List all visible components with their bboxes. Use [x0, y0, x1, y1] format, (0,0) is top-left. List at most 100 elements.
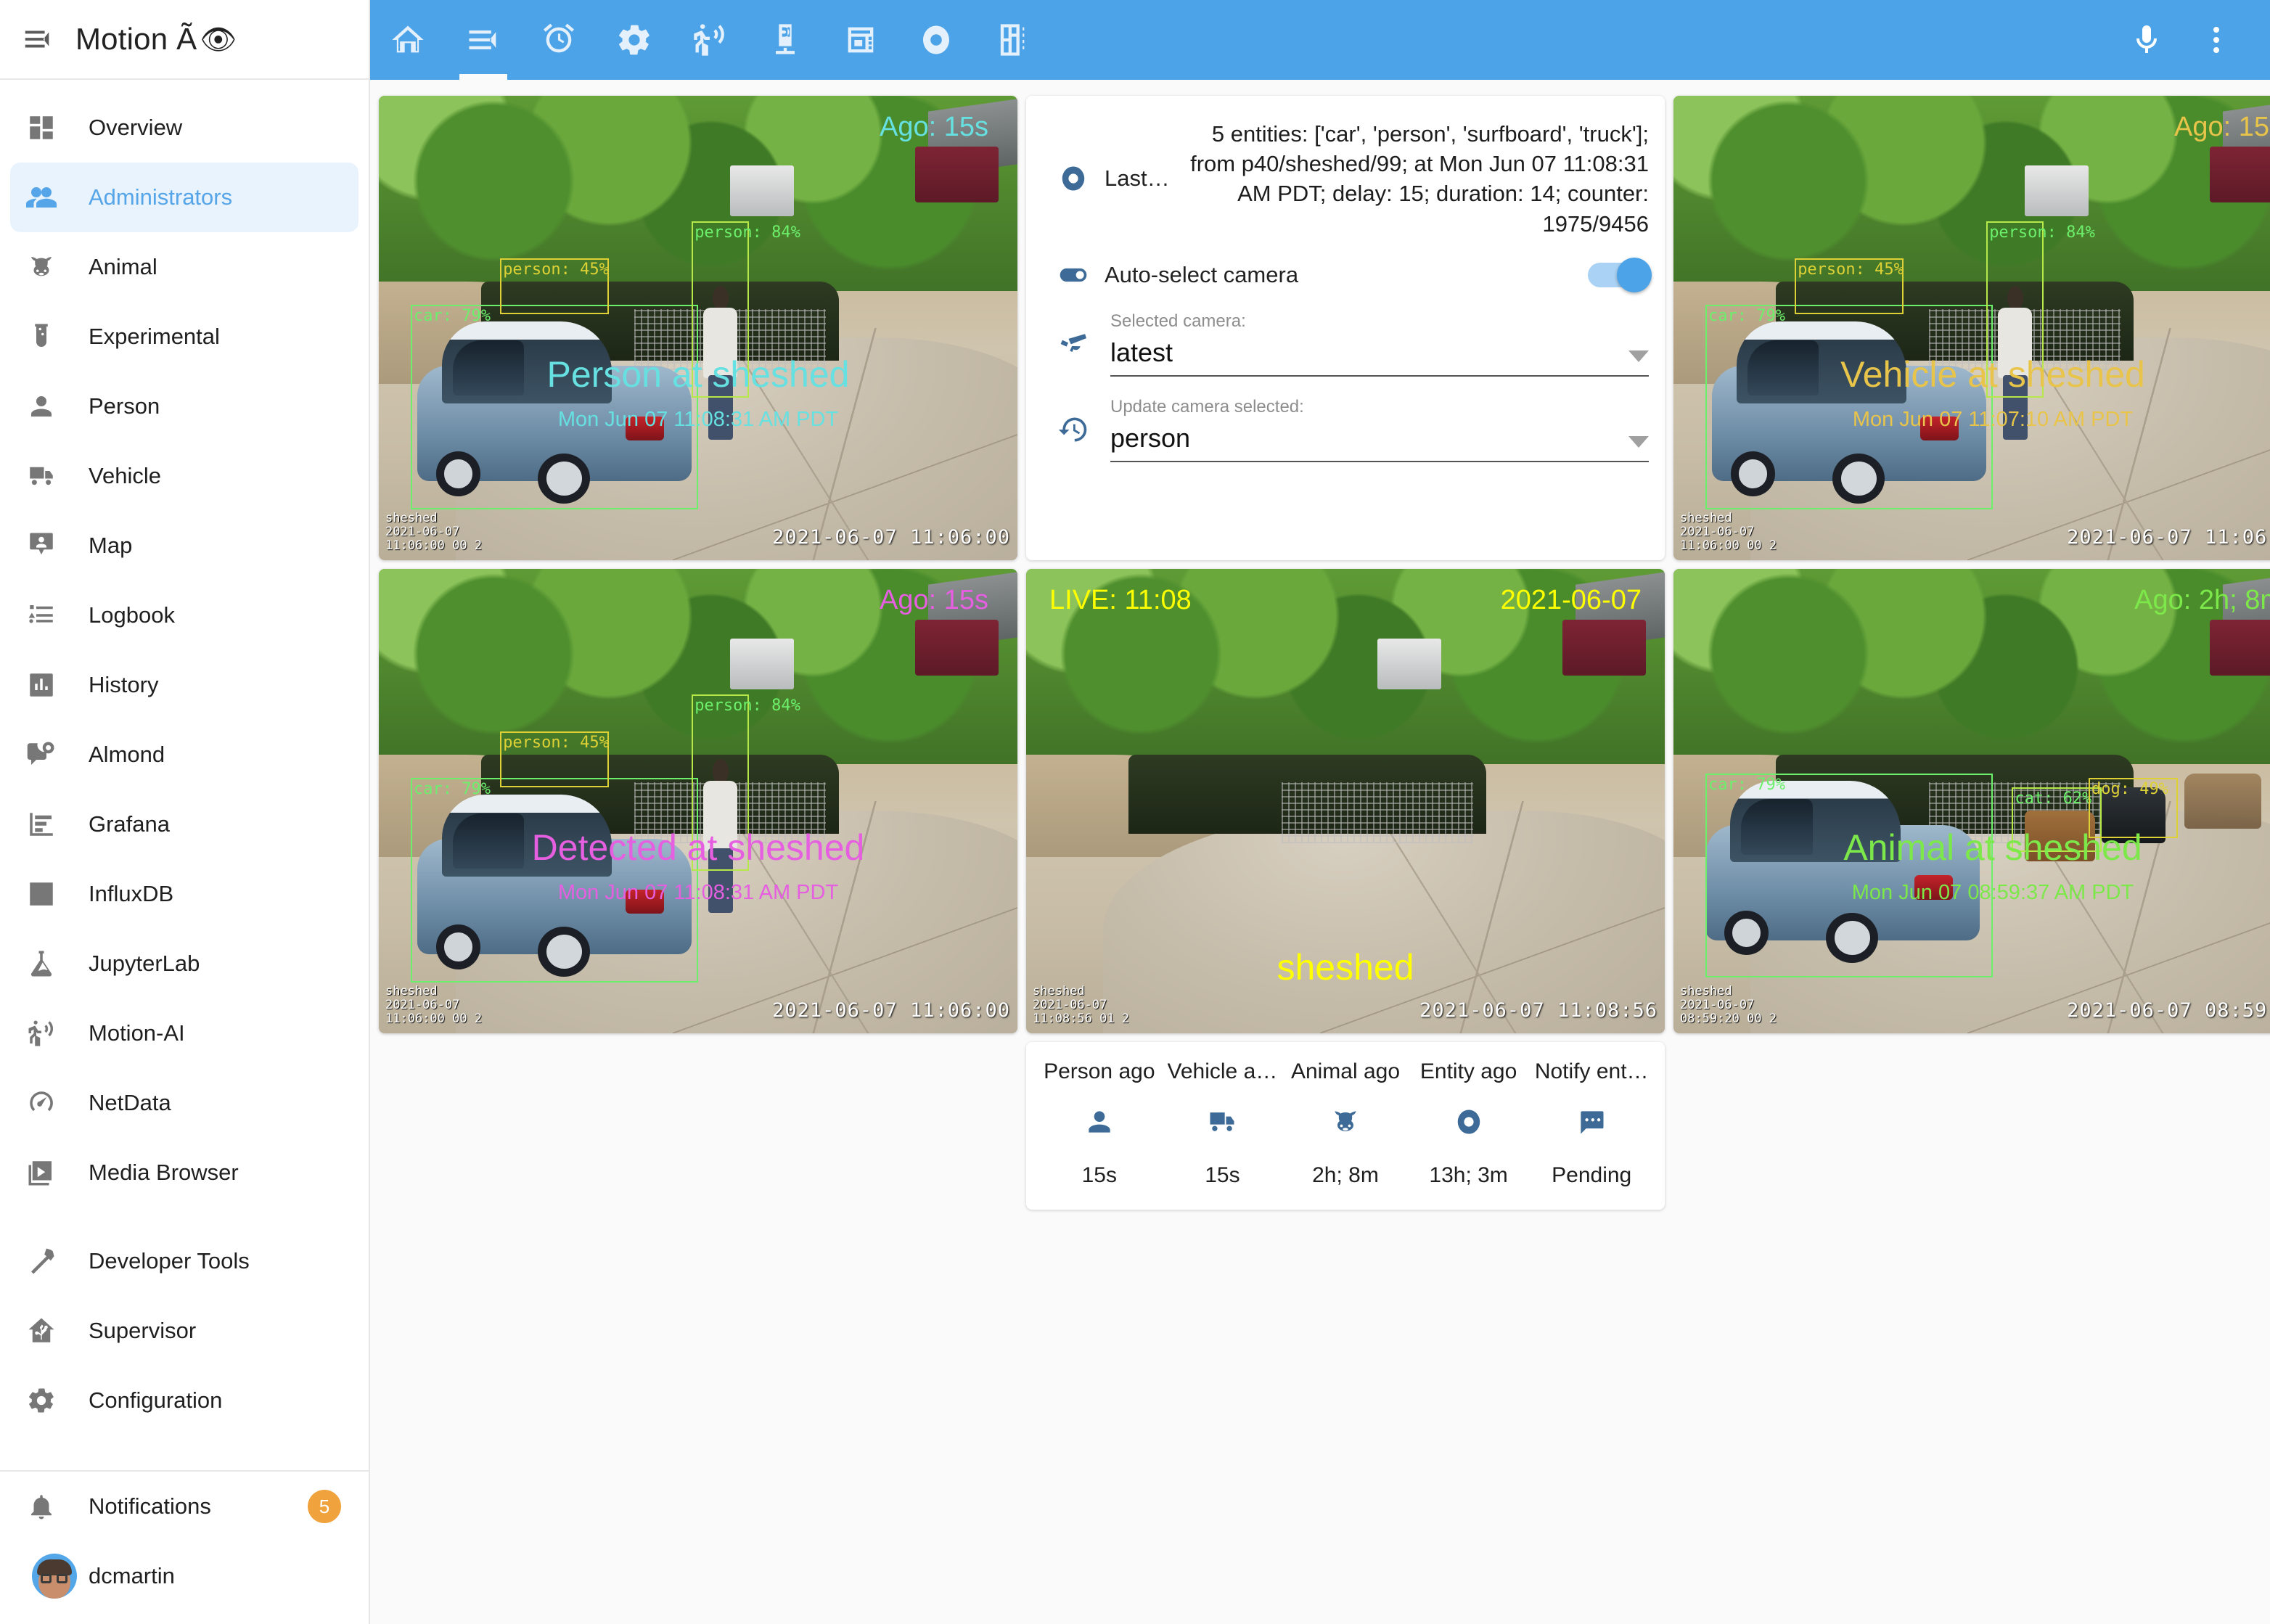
tab-chip-camera[interactable] [823, 0, 898, 80]
user-name-label: dcmartin [86, 1563, 175, 1589]
app-title: Motion Ã 👁 [75, 22, 237, 57]
camera-tile-live[interactable]: LIVE: 11:08 2021-06-07 sheshed sheshed 2… [1026, 569, 1665, 1033]
format-list-icon [26, 600, 86, 631]
content-area: car: 79% person: 45% person: 84% Ago: 15… [370, 80, 2270, 1624]
tab-home[interactable] [370, 0, 446, 80]
tab-entity[interactable] [898, 0, 974, 80]
update-camera-row[interactable]: Update camera selected: person [1042, 387, 1649, 472]
sidebar-item-almond[interactable]: Almond [10, 720, 358, 790]
tab-alarm[interactable] [521, 0, 597, 80]
bounding-box: dog: 49% [2089, 778, 2178, 838]
chevron-down-icon [1628, 350, 1649, 362]
bbox-label: person: 45% [1798, 261, 1904, 279]
bbox-label: cat: 62% [2015, 790, 2091, 808]
status-value: 13h; 3m [1429, 1163, 1507, 1188]
sidebar-item-notifications[interactable]: Notifications 5 [10, 1472, 358, 1541]
status-header: Person ago [1044, 1059, 1155, 1084]
camera-tile-detected[interactable]: car: 79% person: 45% person: 84% Ago: 15… [379, 569, 1017, 1033]
tab-motion-ai[interactable] [446, 0, 521, 80]
status-col-person[interactable]: Person ago 15s [1038, 1059, 1161, 1188]
status-col-animal[interactable]: Animal ago 2h; 8m [1284, 1059, 1407, 1188]
bounding-box: car: 79% [1705, 774, 1993, 978]
sidebar-item-label: Developer Tools [86, 1248, 250, 1274]
status-col-entity[interactable]: Entity ago 13h; 3m [1407, 1059, 1531, 1188]
top-toolbar [370, 0, 2270, 80]
tab-settings[interactable] [597, 0, 672, 80]
sidebar-item-overview[interactable]: Overview [10, 93, 358, 163]
sidebar-item-experimental[interactable]: Experimental [10, 302, 358, 372]
sidebar-item-influxdb[interactable]: InfluxDB [10, 859, 358, 929]
last-entity-row: Last… 5 entities: ['car', 'person', 'sur… [1042, 109, 1649, 249]
chart-box-icon [26, 670, 86, 700]
camera-tile-vehicle[interactable]: car: 79% person: 45% person: 84% Ago: 15… [1673, 96, 2270, 560]
status-value: 15s [1082, 1163, 1117, 1188]
sidebar-item-media-browser[interactable]: Media Browser [10, 1138, 358, 1207]
sidebar-item-animal[interactable]: Animal [10, 232, 358, 302]
selected-camera-field[interactable]: Selected camera: latest [1105, 311, 1649, 377]
sidebar-item-supervisor[interactable]: Supervisor [10, 1296, 358, 1366]
cow-icon [1329, 1106, 1361, 1141]
truck-icon [26, 461, 86, 491]
microphone-icon [2129, 22, 2164, 57]
sidebar-item-grafana[interactable]: Grafana [10, 790, 358, 859]
sidebar-item-map[interactable]: Map [10, 511, 358, 581]
sidebar-item-configuration[interactable]: Configuration [10, 1366, 358, 1435]
eye-icon [1042, 163, 1105, 194]
flask-icon [26, 948, 86, 979]
camera-osd-topleft: sheshed 2021-06-07 11:06:00 00 2 [385, 985, 482, 1026]
sidebar-item-label: Overview [86, 115, 182, 141]
home-assistant-icon [26, 1316, 86, 1346]
bbox-label: person: 84% [694, 697, 800, 715]
tab-ip-camera[interactable] [747, 0, 823, 80]
tab-motion-sensor[interactable] [672, 0, 747, 80]
sidebar-item-developer-tools[interactable]: Developer Tools [10, 1226, 358, 1296]
sidebar-item-label: Motion-AI [86, 1020, 185, 1046]
last-entity-label: Last… [1105, 165, 1170, 192]
camera-osd-topleft: sheshed 2021-06-07 11:06:00 00 2 [385, 512, 482, 553]
sidebar-collapse-button[interactable] [0, 22, 75, 56]
status-col-vehicle[interactable]: Vehicle a… 15s [1161, 1059, 1284, 1188]
sidebar-item-logbook[interactable]: Logbook [10, 581, 358, 650]
status-header: Notify ent… [1535, 1059, 1649, 1084]
sidebar-header: Motion Ã 👁 [0, 0, 369, 80]
microphone-button[interactable] [2112, 0, 2181, 80]
selected-camera-row[interactable]: Selected camera: latest [1042, 301, 1649, 387]
camera-tile-person[interactable]: car: 79% person: 45% person: 84% Ago: 15… [379, 96, 1017, 560]
avatar-glasses-right [57, 1574, 67, 1583]
hammer-icon [26, 1246, 86, 1276]
motion-sensor-icon [691, 21, 729, 59]
status-card-wrapper: Person ago 15s Vehicle a… 15s Animal ago [1026, 1042, 1665, 1210]
eye-icon [917, 21, 955, 59]
tab-panel-grid[interactable] [974, 0, 1049, 80]
camera-tile-animal[interactable]: car: 79% cat: 62% dog: 49% Ago: 2h; 8m A… [1673, 569, 2270, 1033]
gear-icon [26, 1385, 86, 1416]
sidebar-footer: Notifications 5 dcmartin [0, 1472, 369, 1624]
comment-icon [1576, 1106, 1607, 1141]
media-play-icon [26, 1157, 86, 1188]
entity-status-card: Person ago 15s Vehicle a… 15s Animal ago [1026, 1042, 1665, 1210]
sidebar: Motion Ã 👁 Overview Administrators Anima… [0, 0, 370, 1624]
chart-bar-stacked-icon [26, 809, 86, 840]
sidebar-item-label: Configuration [86, 1387, 222, 1414]
status-col-notify[interactable]: Notify ent… Pending [1530, 1059, 1653, 1188]
sidebar-item-vehicle[interactable]: Vehicle [10, 441, 358, 511]
sidebar-item-user[interactable]: dcmartin [10, 1541, 358, 1611]
sidebar-item-person[interactable]: Person [10, 372, 358, 441]
selected-camera-value: latest [1110, 337, 1173, 368]
sidebar-item-label: Person [86, 393, 160, 419]
sidebar-item-motion-ai[interactable]: Motion-AI [10, 998, 358, 1068]
auto-select-camera-toggle[interactable] [1588, 263, 1649, 287]
truck-icon [1206, 1106, 1238, 1141]
sidebar-item-netdata[interactable]: NetData [10, 1068, 358, 1138]
overflow-menu-button[interactable] [2181, 0, 2251, 80]
selected-camera-select[interactable]: latest [1110, 337, 1649, 377]
auto-select-camera-row[interactable]: Auto-select camera [1042, 249, 1649, 301]
bounding-box: car: 79% [1705, 305, 1993, 509]
camera-osd-topleft: sheshed 2021-06-07 11:06:00 00 2 [1680, 512, 1777, 553]
sidebar-item-history[interactable]: History [10, 650, 358, 720]
sidebar-item-jupyterlab[interactable]: JupyterLab [10, 929, 358, 998]
sidebar-item-administrators[interactable]: Administrators [10, 163, 358, 232]
update-camera-field[interactable]: Update camera selected: person [1105, 397, 1649, 462]
sidebar-item-label: Administrators [86, 184, 232, 210]
update-camera-select[interactable]: person [1110, 423, 1649, 462]
